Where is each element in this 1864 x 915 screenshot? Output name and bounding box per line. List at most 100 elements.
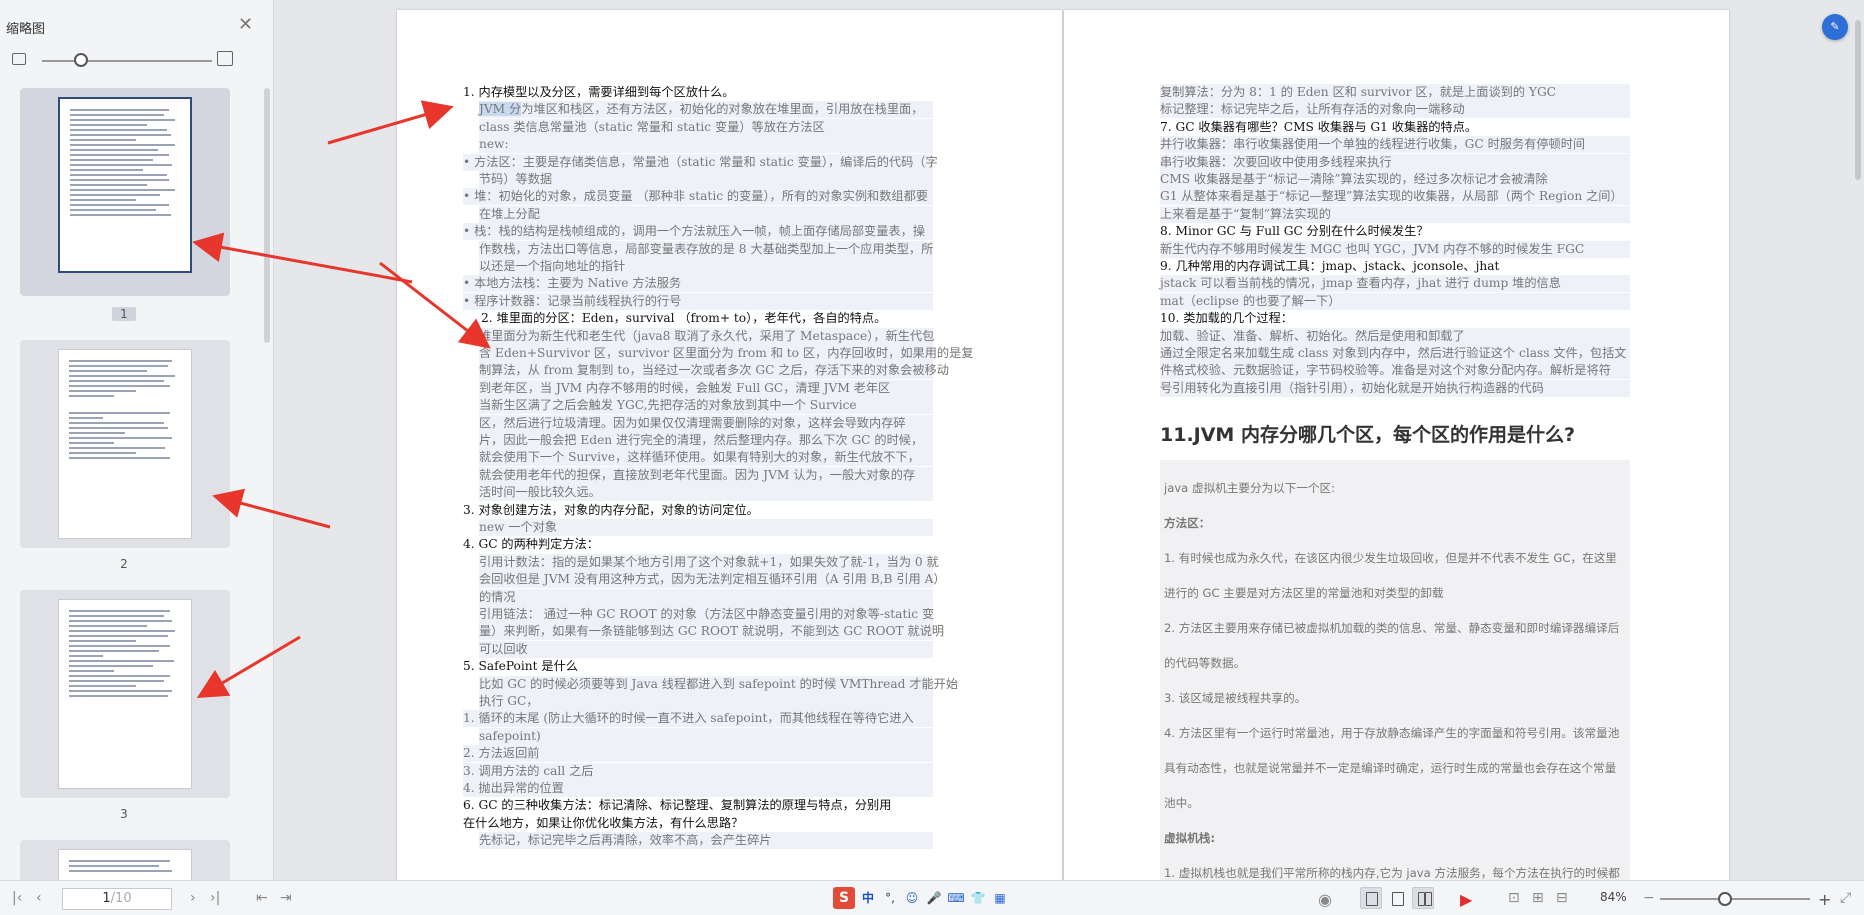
- document-body-line: 以还是一个指向地址的指针: [479, 258, 933, 275]
- document-paragraph-line: 1. 有时候也成为永久代，在该区内很少发生垃圾回收，但是并不代表不发生 GC，在…: [1164, 551, 1617, 565]
- ime-keyboard-icon[interactable]: ⌨: [947, 889, 965, 907]
- document-body-line: 就会使用下一个 Survive，这样循环使用。如果有特别大的对象，新生代放不下，: [479, 449, 933, 467]
- thumbnail-card-1[interactable]: [20, 88, 230, 296]
- document-body-line: 引用链法： 通过一种 GC ROOT 的对象（方法区中静态变量引用的对象等-st…: [479, 606, 935, 623]
- document-heading-line: 8. Minor GC 与 Full GC 分别在什么时候发生？: [1160, 224, 1429, 239]
- single-page-view-button[interactable]: [1360, 887, 1382, 909]
- document-body-line: 新生代内存不够用时候发生 MGC 也叫 YGC，JVM 内存不够的时候发生 FG…: [1160, 240, 1630, 258]
- document-body-line: mat（eclipse 的也要了解一下）: [1160, 292, 1630, 310]
- document-heading-line: 1. 内存模型以及分区，需要详细到每个区放什么。: [463, 85, 735, 99]
- continuous-page-icon: [1392, 892, 1404, 906]
- small-image-icon[interactable]: [12, 53, 26, 65]
- thumbnail-page-3[interactable]: [58, 599, 192, 789]
- ime-voice-icon[interactable]: 🎤: [925, 889, 943, 907]
- document-body-line: 当新生区满了之后会触发 YGC,先把存活的对象放到其中一个 Survice: [479, 397, 933, 415]
- two-page-view-button[interactable]: [1412, 887, 1434, 909]
- document-body-line: 含 Eden+Survivor 区，survivor 区里面分为 from 和 …: [479, 345, 974, 362]
- document-heading-line: 6. GC 的三种收集方法：标记清除、标记整理、复制算法的原理与特点，分别用: [463, 798, 892, 813]
- fit-page-icon[interactable]: ⊞: [1532, 890, 1544, 906]
- document-body-line: 3. 调用方法的 call 之后: [463, 762, 933, 780]
- zoom-in-icon[interactable]: +: [1818, 890, 1831, 909]
- document-body-line: 引用计数法：指的是如果某个地方引用了这个对象就+1，如果失效了就-1，当为 0 …: [479, 553, 939, 571]
- thumbnail-page-2[interactable]: [58, 349, 192, 539]
- ime-toolbar[interactable]: S 中 °, ☺ 🎤 ⌨ 👕 ▦: [833, 885, 1009, 911]
- document-body-line: 量）来判断，如果有一条链能够到达 GC ROOT 就说明，不能到达 GC ROO…: [479, 623, 945, 641]
- zoom-slider-handle[interactable]: [1718, 892, 1732, 906]
- document-body-line: class 类信息常量池（static 常量和 static 变量）等放在方法区: [479, 118, 933, 136]
- actual-size-icon[interactable]: ⊡: [1508, 890, 1520, 906]
- thumbnail-card-2[interactable]: [20, 340, 230, 548]
- page-number-input[interactable]: 1/10: [62, 888, 172, 910]
- ime-punctuation-icon[interactable]: °,: [881, 889, 899, 907]
- fullscreen-icon[interactable]: ⤢: [1840, 890, 1851, 906]
- status-bar: |‹ ‹ 1/10 › ›| ⇤ ⇥ S 中 °, ☺ 🎤 ⌨ 👕 ▦ ◉ ▶ …: [0, 880, 1864, 915]
- fit-width-icon[interactable]: ⊟: [1556, 890, 1568, 906]
- document-body-line: • 程序计数器：记录当前线程执行的行号: [463, 292, 933, 310]
- two-page-icon: [1425, 892, 1432, 906]
- document-paragraph-line: 2. 方法区主要用来存储已被虚拟机加载的类的信息、常量、静态变量和即时编译器编译…: [1164, 621, 1620, 635]
- document-paragraph-line: 1. 虚拟机栈也就是我们平常所称的栈内存,它为 java 方法服务，每个方法在执…: [1164, 866, 1620, 880]
- document-heading-line: 3. 对象创建方法，对象的内存分配，对象的访问定位。: [463, 502, 759, 517]
- zoom-level[interactable]: 84%: [1600, 890, 1627, 904]
- slider-handle[interactable]: [74, 53, 88, 67]
- floating-assistant-button[interactable]: ✎: [1822, 14, 1848, 40]
- document-body-line: • 栈：栈的结构是栈帧组成的，调用一个方法就压入一帧，帧上面存储局部变量表，操: [463, 223, 933, 241]
- thumbnail-number: 3: [120, 807, 128, 821]
- document-body-line: 2. 方法返回前: [463, 745, 933, 763]
- ime-skin-icon[interactable]: 👕: [969, 889, 987, 907]
- document-body-line: 活时间一般比较久远。: [479, 484, 933, 502]
- document-body-line: G1 从整体来看是基于“标记—整理”算法实现的收集器，从局部（两个 Region…: [1160, 188, 1630, 206]
- first-page-icon[interactable]: |‹: [12, 890, 22, 906]
- document-body-line: 会回收但是 JVM 没有用这种方式，因为无法判定相互循环引用（A 引用 B,B …: [479, 571, 946, 589]
- last-page-icon[interactable]: ›|: [210, 890, 220, 906]
- back-icon[interactable]: ⇤: [256, 890, 268, 906]
- continuous-view-button[interactable]: [1386, 887, 1408, 909]
- document-body-line: 的情况: [479, 588, 933, 606]
- close-icon[interactable]: ✕: [238, 14, 253, 35]
- next-page-icon[interactable]: ›: [190, 890, 196, 906]
- ime-toolbox-icon[interactable]: ▦: [991, 889, 1009, 907]
- document-heading-line: 在什么地方，如果让你优化收集方法，有什么思路？: [463, 815, 744, 830]
- thumbnail-size-slider[interactable]: [10, 50, 240, 72]
- document-body-line: 并行收集器：串行收集器使用一个单独的线程进行收集，GC 时服务有停顿时间: [1160, 136, 1630, 154]
- thumbnail-card-3[interactable]: [20, 590, 230, 798]
- ime-emoji-icon[interactable]: ☺: [903, 889, 921, 907]
- document-heading-line: 2. 堆里面的分区：Eden，survival （from+ to），老年代，各…: [481, 311, 887, 326]
- thumbnail-card-4[interactable]: [20, 840, 230, 880]
- document-body-line: 区，然后进行垃圾清理。因为如果仅仅清理需要删除的对象，这样会导致内存碎: [479, 414, 933, 432]
- document-view[interactable]: 1. 内存模型以及分区，需要详细到每个区放什么。 JVM 分为堆区和栈区，还有方法…: [275, 0, 1864, 880]
- document-body-line: 串行收集器：次要回收中使用多线程来执行: [1160, 153, 1630, 171]
- document-body-line: jstack 可以看当前栈的情况，jmap 查看内存，jhat 进行 dump …: [1160, 275, 1630, 293]
- slider-track[interactable]: [42, 60, 212, 62]
- document-body-line: CMS 收集器是基于“标记—清除”算法实现的，经过多次标记才会被清除: [1160, 171, 1630, 188]
- zoom-slider[interactable]: [1660, 898, 1810, 900]
- document-paragraph-line: 3. 该区域是被线程共享的。: [1164, 691, 1307, 705]
- zoom-out-icon[interactable]: −: [1643, 890, 1655, 906]
- thumbnail-page-4[interactable]: [58, 849, 192, 880]
- thumbnail-page-1[interactable]: [58, 97, 192, 273]
- document-body-line: new:: [479, 136, 933, 154]
- vertical-scrollbar[interactable]: [1852, 0, 1864, 880]
- document-paragraph-line: 方法区：: [1164, 516, 1211, 530]
- document-paragraph-line: 进行的 GC 主要是对方法区里的常量池和对类型的卸载: [1164, 586, 1444, 600]
- scrollbar-thumb[interactable]: [1855, 20, 1861, 180]
- prev-page-icon[interactable]: ‹: [36, 890, 42, 906]
- document-paragraph-line: 具有动态性，也就是说常量并不一定是编译时确定，运行时生成的常量也会存在这个常量: [1164, 761, 1617, 775]
- document-body-line: JVM 分为堆区和栈区，还有方法区，初始化的对象放在堆里面，引用放在栈里面，: [479, 101, 933, 119]
- document-body-line: 到老年区，当 JVM 内存不够用的时候，会触发 Full GC，清理 JVM 老…: [479, 379, 933, 397]
- ime-logo-icon[interactable]: S: [833, 887, 855, 909]
- document-body-line: 堆里面分为新生代和老生代（java8 取消了永久代，采用了 Metaspace）…: [479, 327, 935, 345]
- document-paragraph-line: 池中。: [1164, 796, 1199, 810]
- panel-scrollbar[interactable]: [264, 88, 270, 343]
- forward-icon[interactable]: ⇥: [280, 890, 292, 906]
- document-body-line: 执行 GC，: [479, 693, 933, 710]
- document-paragraph-line: 虚拟机栈:: [1164, 831, 1216, 845]
- ime-chinese-mode[interactable]: 中: [859, 889, 877, 907]
- document-body-line: 4. 抛出异常的位置: [463, 780, 933, 797]
- eye-protection-icon[interactable]: ◉: [1318, 890, 1332, 909]
- large-image-icon[interactable]: [217, 51, 233, 66]
- panel-title: 缩略图: [6, 22, 46, 37]
- play-icon[interactable]: ▶: [1460, 890, 1472, 909]
- document-page-left: 1. 内存模型以及分区，需要详细到每个区放什么。 JVM 分为堆区和栈区，还有方法…: [397, 10, 1062, 880]
- document-body-line: • 方法区：主要是存储类信息，常量池（static 常量和 static 变量）…: [463, 153, 938, 171]
